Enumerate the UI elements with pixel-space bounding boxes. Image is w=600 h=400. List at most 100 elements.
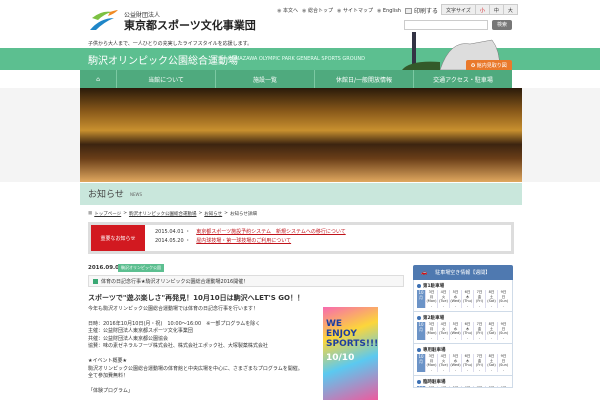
day-cell: 4日火(Tue)- (437, 290, 449, 308)
day-cell: 5日水(Wed)- (449, 322, 461, 340)
availability: - (466, 335, 469, 340)
breadcrumb-current: お知らせ詳細 (229, 212, 257, 217)
lot-name: 臨時駐車場 (423, 380, 446, 385)
link-honbun[interactable]: ◉ 本文へ (277, 7, 298, 14)
news-line: 日時：2016年10月10日(月・祝) 10:00～16:00 ※一部プログラム… (88, 320, 261, 327)
day-cell: 5日水(Wed)- (449, 354, 461, 372)
availability: - (502, 367, 505, 372)
availability: - (466, 303, 469, 308)
news-line: 今年も駒沢オリンピック公園総合運動場では体育の日記念行事を行います！ (88, 305, 259, 312)
parking-header[interactable]: 🚗 駐車場空き情報【週間】 (413, 265, 513, 280)
notice-item: 2014.05.20 ・屋内球技場・第一球技場のご利用について (155, 238, 292, 244)
day-cell: 8日土(Sat)- (485, 322, 497, 340)
print-icon (404, 7, 412, 14)
availability: - (478, 303, 481, 308)
availability: - (466, 367, 469, 372)
lot-name: 専用駐車場 (423, 348, 446, 353)
nav-closures[interactable]: 休館日/一般開放情報 (314, 70, 413, 88)
hero-image-arena (80, 88, 522, 182)
lot-name: 第2駐車場 (423, 316, 445, 321)
news-line: ★イベント概要★ (88, 358, 127, 364)
org-name[interactable]: 東京都スポーツ文化事業団 (124, 17, 256, 33)
day-cell: 7日金(Fri)- (473, 322, 485, 340)
day-cell: 5日水(Wed)- (449, 290, 461, 308)
print-button[interactable]: 印刷する (404, 6, 438, 15)
day-cell: 6日木(Thu)- (461, 354, 473, 372)
print-label: 印刷する (413, 8, 438, 15)
notice-link[interactable]: 東京都スポーツ施設予約システム 新規システムへの移行について (196, 229, 345, 235)
parking-lot: 専用駐車場 10月 3日月 (Mon) -4日火 (Tue) -5日水 (Wed) -6日木 (T… (413, 344, 513, 376)
font-size-control: 文字サイズ 小 中 大 (441, 4, 518, 15)
parking-lot: 第2駐車場 10月 3日月 (Mon) -4日火 (Tue) -5日水 (Wed) -6日木 (T… (413, 312, 513, 344)
availability: - (490, 303, 493, 308)
event-poster[interactable]: WE ENJOY SPORTS!!! 10/10 (323, 307, 378, 400)
month-label: 10月 (417, 386, 425, 387)
page-title: お知らせ (88, 190, 124, 200)
day-cell: 3日月(Mon)- (425, 354, 437, 372)
day-cell: 3日月(Mon)- (425, 322, 437, 340)
day-cell: 9日日(Sun)- (497, 322, 509, 340)
link-top[interactable]: ◉ 総合トップ (302, 7, 333, 14)
news-line: 「体験プログラム」 (88, 388, 133, 394)
news-line: 協賛：味の素ゼネラルフーヅ株式会社、株式会社エポック社、大塚製薬株式会社 (88, 343, 268, 349)
page-title-en: NEWS (130, 192, 143, 197)
news-line (88, 313, 318, 321)
font-large[interactable]: 大 (502, 5, 517, 14)
month-label: 10月 (417, 290, 425, 308)
link-sitemap[interactable]: ◉ サイトマップ (337, 7, 373, 14)
day-cell: 7日金(Fri)- (473, 386, 485, 387)
news-line: 共催：公益財団法人東京都公園協会 (88, 335, 169, 342)
news-line (88, 381, 318, 389)
font-medium[interactable]: 中 (488, 5, 503, 14)
parking-lot: 第1駐車場 10月 3日月 (Mon) -4日火 (Tue) -5日水 (Wed) -6日木 (T… (413, 280, 513, 312)
notice-label: 重要なお知らせ (91, 225, 145, 251)
availability: - (442, 367, 445, 372)
availability: - (454, 303, 457, 308)
search-input[interactable] (404, 20, 488, 30)
day-cell: 9日日(Sun)- (497, 386, 509, 387)
day-cell: 7日金(Fri)- (473, 290, 485, 308)
day-cell: 4日火(Tue)- (437, 322, 449, 340)
nav-facilities[interactable]: 施設一覧 (215, 70, 314, 88)
breadcrumb-top[interactable]: トップページ (94, 211, 121, 217)
day-cell: 6日木(Thu)- (461, 322, 473, 340)
notice-item: 2015.04.01 ・東京都スポーツ施設予約システム 新規システムへの移行につ… (155, 229, 346, 235)
news-title: 体育の日記念行事★駒沢オリンピック公園総合運動場2016開催！ (88, 275, 404, 287)
day-cell: 7日金(Fri)- (473, 354, 485, 372)
day-cell: 8日土(Sat)- (485, 290, 497, 308)
site-title-en: KOMAZAWA OLYMPIC PARK GENERAL SPORTS GRO… (228, 56, 365, 62)
breadcrumb-news[interactable]: お知らせ (204, 211, 222, 217)
nav-home[interactable]: ⌂ (80, 70, 116, 88)
home-icon: ⌂ (96, 75, 100, 83)
lot-bullet-icon (417, 316, 421, 320)
site-title[interactable]: 駒沢オリンピック公園総合運動場 (88, 52, 238, 67)
link-english[interactable]: ◉ English (377, 8, 401, 14)
car-icon: 🚗 (421, 269, 428, 276)
font-small[interactable]: 小 (474, 5, 489, 14)
main-nav: ⌂ 当館について 施設一覧 休館日/一般開放情報 交通アクセス・駐車場 (80, 70, 512, 88)
day-cell: 5日水(Wed)- (449, 386, 461, 387)
month-label: 10月 (417, 322, 425, 340)
availability: - (430, 303, 433, 308)
notice-link[interactable]: 屋内球技場・第一球技場のご利用について (196, 238, 291, 244)
day-cell: 4日火(Tue)- (437, 386, 449, 387)
lot-bullet-icon (417, 348, 421, 352)
bullet-icon (93, 278, 98, 284)
news-body: スポーツで"遊ぶ楽しさ"再発見！10月10日は駒沢へLET'S GO！！ 今年も… (88, 294, 318, 396)
availability: - (442, 303, 445, 308)
nav-access[interactable]: 交通アクセス・駐車場 (413, 70, 512, 88)
availability: - (430, 335, 433, 340)
utility-links: ◉ 本文へ ◉ 総合トップ ◉ サイトマップ ◉ English 印刷する (277, 6, 438, 15)
availability: - (478, 335, 481, 340)
search-button[interactable]: 検索 (492, 20, 512, 30)
breadcrumb-site[interactable]: 駒沢オリンピック公園総合運動場 (129, 211, 197, 217)
nav-about[interactable]: 当館について (116, 70, 215, 88)
day-cell: 6日木(Thu)- (461, 290, 473, 308)
news-line: 駒沢オリンピック公園総合運動場の体育館と中央広場を中心に、さまざまなプログラムを… (88, 365, 303, 372)
lot-name: 第1駐車場 (423, 284, 445, 289)
lot-bullet-icon (417, 284, 421, 288)
day-cell: 9日日(Sun)- (497, 354, 509, 372)
availability: - (490, 367, 493, 372)
day-cell: 9日日(Sun)- (497, 290, 509, 308)
logo-icon[interactable] (90, 8, 118, 32)
